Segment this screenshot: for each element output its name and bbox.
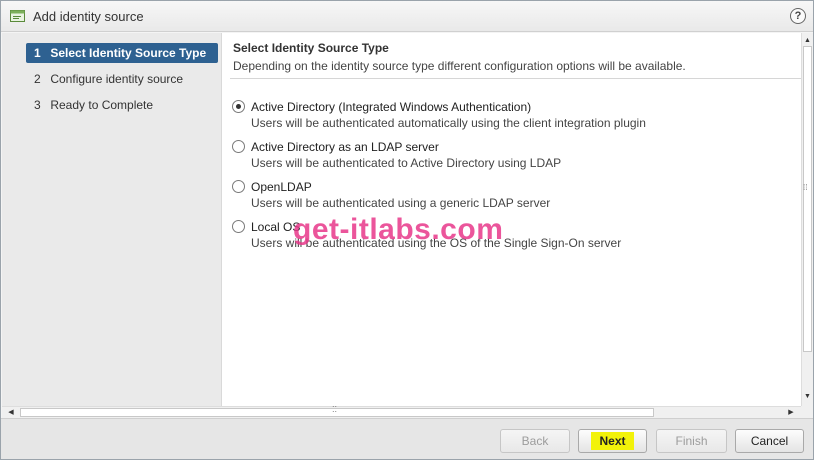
radio-active-directory-iwa[interactable] (232, 100, 245, 113)
page-description: Depending on the identity source type di… (233, 59, 686, 73)
option-active-directory-iwa: Active Directory (Integrated Windows Aut… (232, 100, 792, 134)
add-identity-source-dialog: Add identity source ? 1 Select Identity … (0, 0, 814, 460)
step-select-identity-source-type[interactable]: 1 Select Identity Source Type (26, 43, 218, 63)
scroll-down-icon[interactable]: ▼ (802, 391, 813, 402)
button-bar: Back Next Finish Cancel (1, 418, 813, 459)
wizard-steps-sidebar: 1 Select Identity Source Type 2 Configur… (2, 33, 221, 406)
scrollbar-corner (801, 406, 813, 418)
header-divider (230, 78, 802, 79)
grip-icon: ⁚⁚ (332, 405, 338, 414)
vertical-scroll-thumb[interactable] (803, 46, 812, 352)
option-description: Users will be authenticated automaticall… (251, 116, 646, 130)
step-label: Ready to Complete (50, 98, 154, 112)
next-button[interactable]: Next (578, 429, 647, 453)
step-ready-to-complete[interactable]: 3 Ready to Complete (26, 95, 218, 115)
step-configure-identity-source[interactable]: 2 Configure identity source (26, 69, 218, 89)
horizontal-scrollbar[interactable]: ◀ ⁚⁚ ▶ (2, 405, 801, 418)
page-title: Select Identity Source Type (233, 41, 389, 55)
cancel-button[interactable]: Cancel (735, 429, 804, 453)
step-number: 2 (34, 72, 41, 86)
option-active-directory-ldap: Active Directory as an LDAP server Users… (232, 140, 792, 174)
finish-button[interactable]: Finish (656, 429, 727, 453)
dialog-title: Add identity source (33, 9, 144, 24)
step-number: 1 (34, 46, 41, 60)
option-description: Users will be authenticated to Active Di… (251, 156, 562, 170)
scroll-right-icon[interactable]: ▶ (784, 407, 798, 418)
step-label: Select Identity Source Type (50, 46, 207, 60)
option-label[interactable]: Local OS (251, 220, 300, 234)
step-number: 3 (34, 98, 41, 112)
back-button[interactable]: Back (500, 429, 570, 453)
radio-openldap[interactable] (232, 180, 245, 193)
title-bar: Add identity source ? (1, 1, 813, 32)
option-openldap: OpenLDAP Users will be authenticated usi… (232, 180, 792, 214)
radio-active-directory-ldap[interactable] (232, 140, 245, 153)
option-description: Users will be authenticated using the OS… (251, 236, 622, 250)
option-label[interactable]: OpenLDAP (251, 180, 312, 194)
help-button[interactable]: ? (790, 8, 806, 24)
option-description: Users will be authenticated using a gene… (251, 196, 551, 210)
wizard-icon (10, 9, 26, 23)
option-label[interactable]: Active Directory (Integrated Windows Aut… (251, 100, 531, 114)
scroll-left-icon[interactable]: ◀ (4, 407, 18, 418)
option-label[interactable]: Active Directory as an LDAP server (251, 140, 439, 154)
radio-local-os[interactable] (232, 220, 245, 233)
scroll-up-icon[interactable]: ▲ (802, 35, 813, 46)
vertical-scrollbar[interactable]: ▲ ⁞⁞ ▼ (801, 33, 813, 406)
step-label: Configure identity source (50, 72, 184, 86)
grip-icon: ⁞⁞ (803, 183, 808, 192)
option-local-os: Local OS Users will be authenticated usi… (232, 220, 792, 254)
next-button-label: Next (591, 432, 634, 450)
content-panel: Select Identity Source Type Depending on… (221, 33, 802, 406)
